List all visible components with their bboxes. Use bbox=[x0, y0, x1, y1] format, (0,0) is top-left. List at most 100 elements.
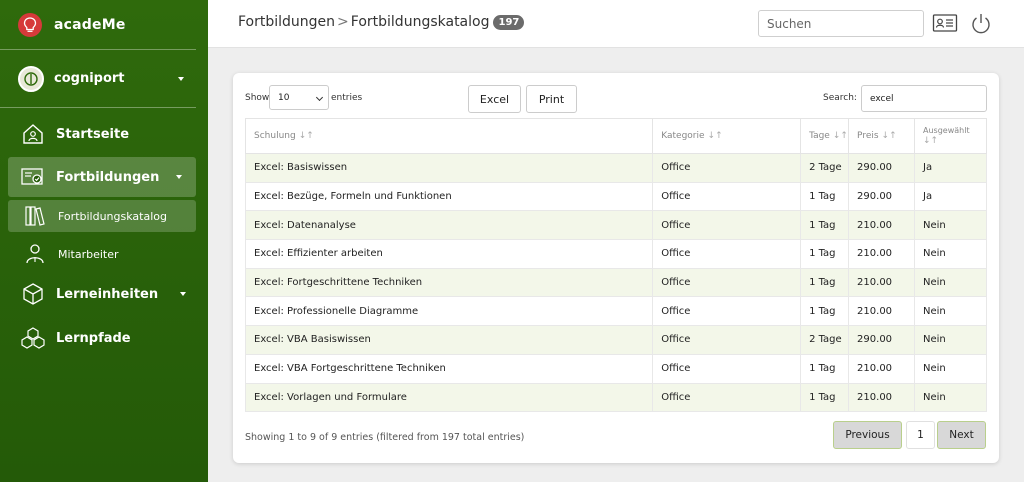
cell-tage: 2 Tage bbox=[800, 325, 850, 355]
column-header-kategorie[interactable]: Kategorie ↓↑ bbox=[652, 118, 802, 154]
brand-title: acadeMe bbox=[54, 16, 126, 33]
breadcrumb-separator: > bbox=[337, 14, 349, 30]
cell-ausgewaehlt: Nein bbox=[914, 210, 987, 241]
column-header-schulung[interactable]: Schulung ↓↑ bbox=[244, 118, 654, 154]
home-icon bbox=[20, 121, 46, 147]
cell-schulung: Excel: Bezüge, Formeln und Funktionen bbox=[244, 181, 654, 212]
cell-tage: 1 Tag bbox=[800, 181, 850, 212]
org-avatar bbox=[18, 65, 44, 92]
table-row[interactable]: Excel: VBA Fortgeschrittene Techniken Of… bbox=[244, 353, 987, 384]
cell-kategorie: Office bbox=[652, 153, 802, 183]
show-label: Show bbox=[245, 93, 270, 103]
sort-icon: ↓↑ bbox=[832, 131, 848, 141]
id-card-icon[interactable] bbox=[932, 12, 958, 34]
cell-kategorie: Office bbox=[652, 353, 802, 384]
cube-icon bbox=[20, 281, 46, 307]
cell-schulung: Excel: Vorlagen und Formulare bbox=[244, 382, 654, 413]
table-row[interactable]: Excel: Professionelle Diagramme Office 1… bbox=[244, 296, 987, 327]
cell-preis: 210.00 bbox=[848, 239, 915, 269]
cell-kategorie: Office bbox=[652, 325, 802, 355]
cell-schulung: Excel: Basiswissen bbox=[244, 153, 654, 183]
cell-ausgewaehlt: Nein bbox=[914, 382, 987, 413]
brand[interactable]: acadeMe bbox=[0, 0, 196, 50]
page-length-value: 10 bbox=[278, 92, 290, 103]
cell-ausgewaehlt: Nein bbox=[914, 239, 987, 269]
table-row[interactable]: Excel: Basiswissen Office 2 Tage 290.00 … bbox=[244, 153, 987, 183]
cell-kategorie: Office bbox=[652, 210, 802, 241]
column-header-ausgewaehlt[interactable]: Ausgewählt ↓↑ bbox=[914, 118, 987, 154]
cell-preis: 210.00 bbox=[848, 353, 915, 384]
previous-page-button[interactable]: Previous bbox=[833, 421, 902, 449]
sidebar-item-lernpfade[interactable]: Lernpfade bbox=[0, 322, 208, 354]
cell-preis: 290.00 bbox=[848, 153, 915, 183]
sidebar-item-mitarbeiter[interactable]: Mitarbeiter bbox=[0, 238, 208, 270]
books-icon bbox=[22, 203, 48, 229]
sidebar-item-fortbildungskatalog[interactable]: Fortbildungskatalog bbox=[8, 200, 196, 232]
table-row[interactable]: Excel: Effizienter arbeiten Office 1 Tag… bbox=[244, 239, 987, 269]
caret-down-icon bbox=[178, 76, 184, 81]
cell-tage: 1 Tag bbox=[800, 267, 850, 298]
breadcrumb-fortbildungskatalog: Fortbildungskatalog bbox=[350, 14, 490, 30]
power-icon[interactable] bbox=[970, 12, 992, 36]
cell-tage: 1 Tag bbox=[800, 382, 850, 413]
cell-ausgewaehlt: Nein bbox=[914, 267, 987, 298]
sidebar-item-fortbildungen[interactable]: Fortbildungen bbox=[8, 157, 196, 197]
catalog-table: Schulung ↓↑ Kategorie ↓↑ Tage ↓↑ Preis ↓↑ Au… bbox=[244, 118, 987, 413]
next-page-button[interactable]: Next bbox=[937, 421, 986, 449]
table-search-input[interactable]: excel bbox=[861, 85, 987, 112]
breadcrumb-fortbildungen[interactable]: Fortbildungen bbox=[238, 14, 335, 30]
sidebar-item-label: Startseite bbox=[56, 126, 130, 142]
cell-kategorie: Office bbox=[652, 239, 802, 269]
sidebar-item-lerneinheiten[interactable]: Lerneinheiten bbox=[0, 278, 208, 310]
column-header-preis[interactable]: Preis ↓↑ bbox=[848, 118, 915, 154]
table-row[interactable]: Excel: VBA Basiswissen Office 2 Tage 290… bbox=[244, 325, 987, 355]
catalog-card: Show 10 entries Excel Print Search: exce… bbox=[233, 73, 999, 463]
table-row[interactable]: Excel: Bezüge, Formeln und Funktionen Of… bbox=[244, 181, 987, 212]
cell-preis: 210.00 bbox=[848, 382, 915, 413]
sidebar-item-label: Fortbildungen bbox=[56, 169, 160, 185]
cell-kategorie: Office bbox=[652, 296, 802, 327]
chevron-down-icon bbox=[315, 93, 324, 102]
certificate-icon bbox=[20, 164, 46, 190]
top-header: Fortbildungen > Fortbildungskatalog 197 bbox=[208, 0, 1024, 48]
cell-tage: 1 Tag bbox=[800, 210, 850, 241]
cell-ausgewaehlt: Nein bbox=[914, 296, 987, 327]
cell-preis: 290.00 bbox=[848, 325, 915, 355]
cell-kategorie: Office bbox=[652, 382, 802, 413]
table-row[interactable]: Excel: Datenanalyse Office 1 Tag 210.00 … bbox=[244, 210, 987, 241]
column-header-tage[interactable]: Tage ↓↑ bbox=[800, 118, 850, 154]
table-row[interactable]: Excel: Fortgeschrittene Techniken Office… bbox=[244, 267, 987, 298]
sort-icon: ↓↑ bbox=[923, 136, 939, 146]
cell-kategorie: Office bbox=[652, 181, 802, 212]
table-row[interactable]: Excel: Vorlagen und Formulare Office 1 T… bbox=[244, 382, 987, 413]
cell-schulung: Excel: Fortgeschrittene Techniken bbox=[244, 267, 654, 298]
cell-schulung: Excel: Datenanalyse bbox=[244, 210, 654, 241]
sidebar-item-label: Fortbildungskatalog bbox=[58, 209, 167, 223]
cell-schulung: Excel: VBA Fortgeschrittene Techniken bbox=[244, 353, 654, 384]
person-icon bbox=[22, 241, 48, 267]
cubes-icon bbox=[20, 325, 46, 351]
cell-preis: 210.00 bbox=[848, 296, 915, 327]
sidebar-item-startseite[interactable]: Startseite bbox=[0, 114, 208, 154]
org-selector[interactable]: cogniport bbox=[0, 50, 196, 108]
cell-schulung: Excel: VBA Basiswissen bbox=[244, 325, 654, 355]
search-input[interactable] bbox=[758, 10, 924, 37]
print-button[interactable]: Print bbox=[526, 85, 577, 113]
lightbulb-logo-icon bbox=[18, 12, 42, 37]
cell-tage: 1 Tag bbox=[800, 296, 850, 327]
caret-down-icon bbox=[180, 292, 186, 296]
page-number-button[interactable]: 1 bbox=[906, 421, 935, 449]
breadcrumb: Fortbildungen > Fortbildungskatalog 197 bbox=[238, 14, 525, 30]
cell-tage: 1 Tag bbox=[800, 353, 850, 384]
page-length-select[interactable]: 10 bbox=[269, 85, 329, 110]
cell-ausgewaehlt: Ja bbox=[914, 153, 987, 183]
sidebar-item-label: Lernpfade bbox=[56, 330, 131, 346]
cell-ausgewaehlt: Ja bbox=[914, 181, 987, 212]
org-name: cogniport bbox=[54, 71, 125, 86]
cell-preis: 210.00 bbox=[848, 267, 915, 298]
sort-icon: ↓↑ bbox=[881, 131, 897, 141]
excel-export-button[interactable]: Excel bbox=[468, 85, 521, 113]
cell-kategorie: Office bbox=[652, 267, 802, 298]
table-search-label: Search: bbox=[823, 93, 857, 103]
sort-icon: ↓↑ bbox=[298, 131, 314, 141]
